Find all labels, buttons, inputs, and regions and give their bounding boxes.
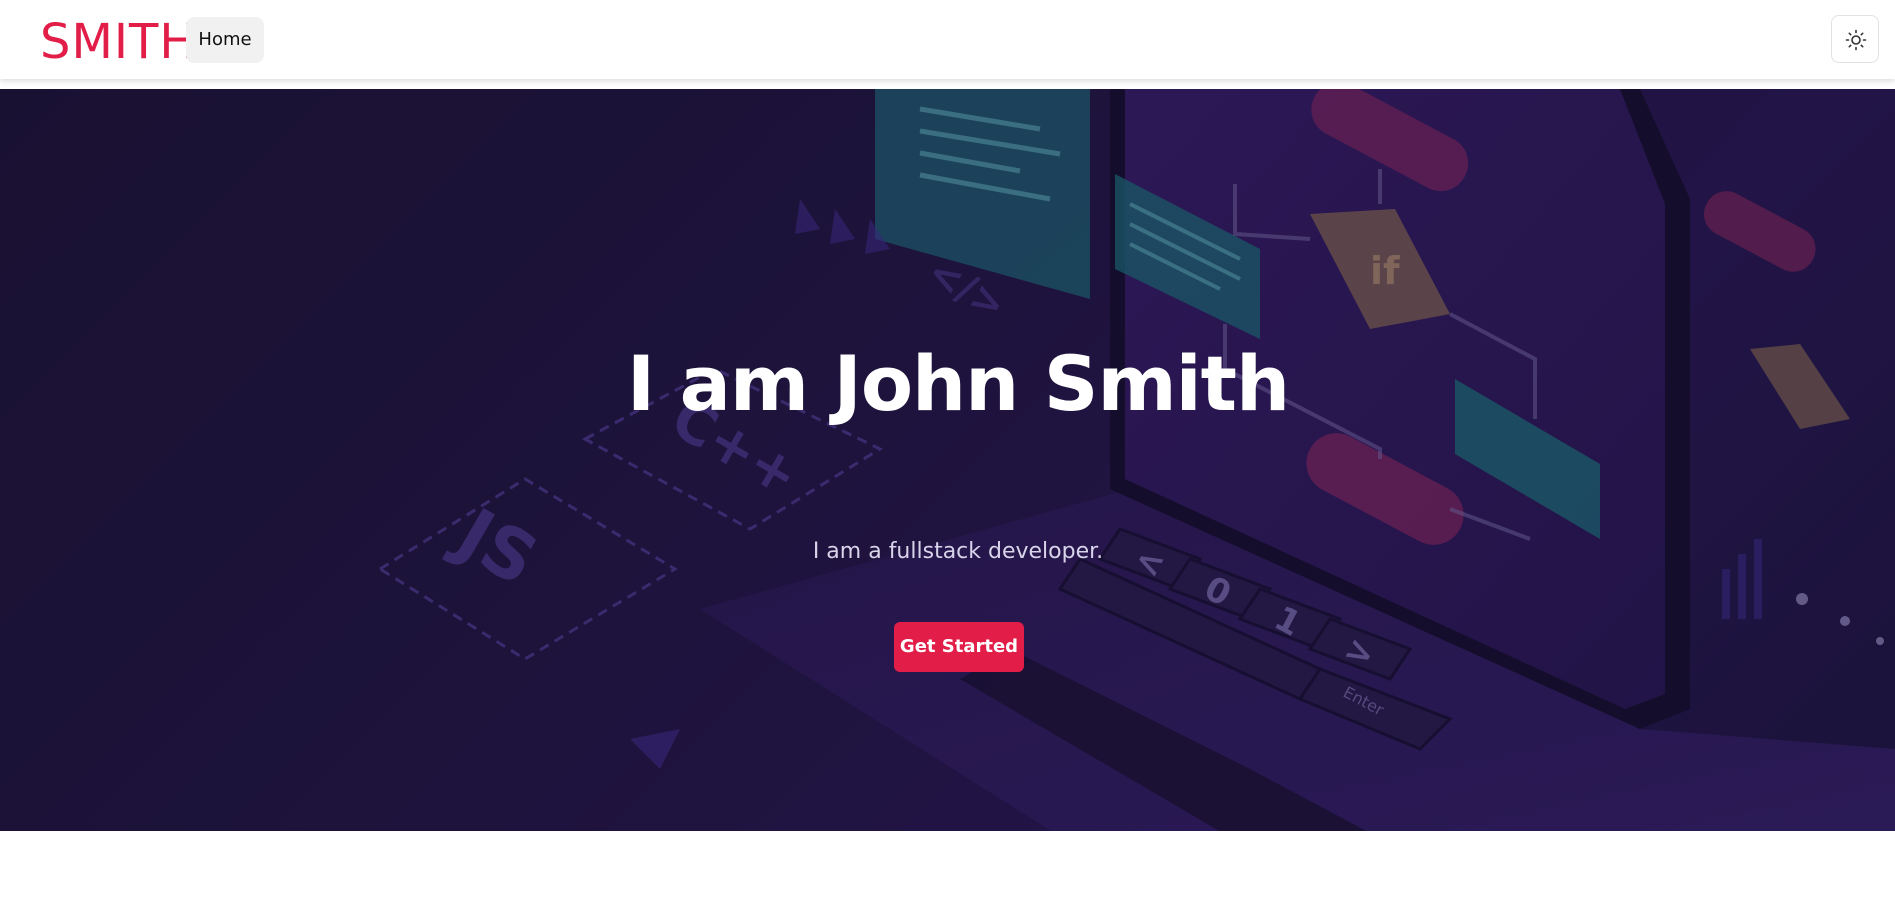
- sun-icon: [1845, 29, 1867, 51]
- hero-section: < 0 1 > Enter if JS C++ </> I am John Sm…: [0, 89, 1895, 831]
- hero-title: I am John Smith: [626, 339, 1290, 428]
- top-navbar: SMITH Home: [0, 0, 1895, 79]
- hero-overlay: [0, 89, 1895, 831]
- get-started-button[interactable]: Get Started: [894, 622, 1024, 672]
- site-logo[interactable]: SMITH: [40, 14, 196, 70]
- hero-subtitle: I am a fullstack developer.: [812, 539, 1104, 564]
- nav-item-home[interactable]: Home: [186, 17, 264, 63]
- theme-toggle-button[interactable]: [1831, 15, 1879, 63]
